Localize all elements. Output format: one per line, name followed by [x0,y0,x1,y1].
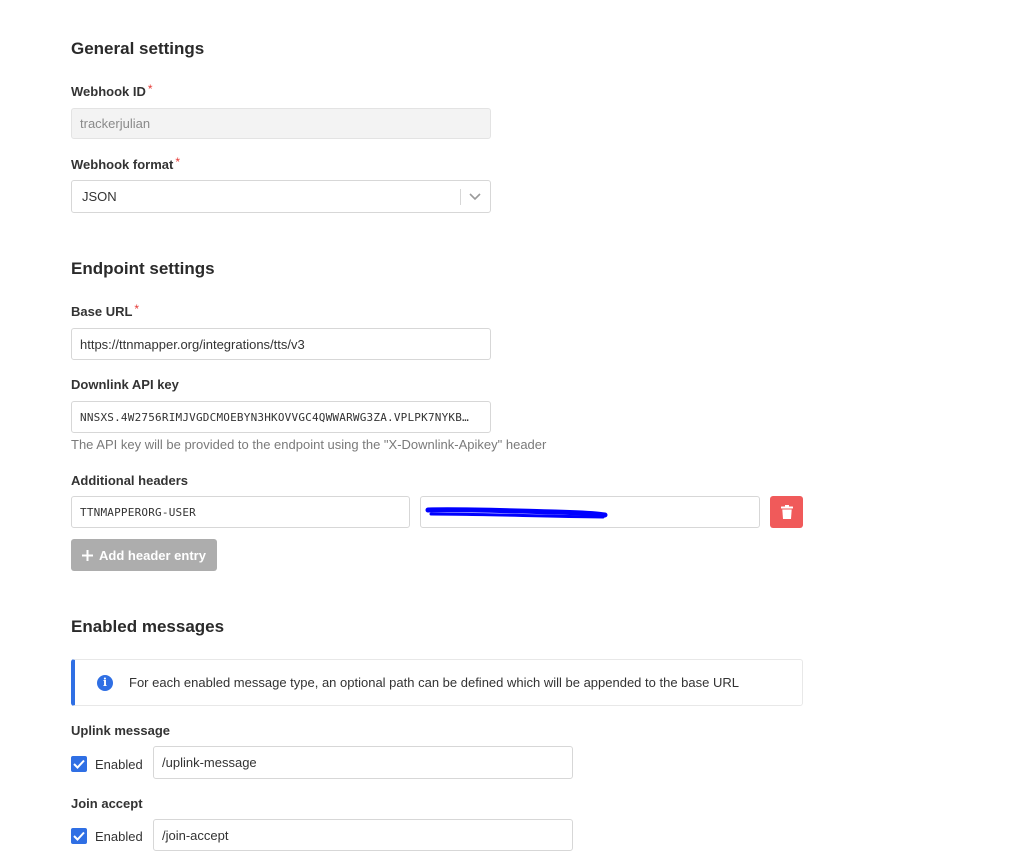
webhook-id-label: Webhook ID * [71,82,153,99]
base-url-label-text: Base URL [71,304,133,319]
select-separator [460,189,461,205]
webhook-id-label-text: Webhook ID [71,84,146,99]
general-settings-title: General settings [71,39,205,58]
base-url-label: Base URL * [71,302,140,319]
uplink-enabled-label[interactable]: Enabled [95,757,143,772]
base-url-input[interactable]: https://ttnmapper.org/integrations/tts/v… [71,328,491,360]
join-accept-enabled-checkbox[interactable] [71,828,87,844]
additional-headers-label: Additional headers [71,473,189,488]
header-key-input[interactable]: TTNMAPPERORG-USER [71,496,410,528]
join-accept-path-value: /join-accept [162,827,229,843]
header-key-value: TTNMAPPERORG-USER [80,505,196,519]
join-accept-label: Join accept [71,796,143,811]
info-notice-text: For each enabled message type, an option… [129,675,739,690]
info-icon: i [97,674,113,691]
uplink-path-input[interactable]: /uplink-message [153,746,573,779]
webhook-id-value: trackerjulian [80,116,151,131]
downlink-api-key-hint: The API key will be provided to the endp… [71,437,547,452]
webhook-format-select[interactable]: JSON [71,180,491,213]
uplink-message-label: Uplink message [71,723,170,738]
webhook-format-value: JSON [82,189,117,204]
plus-icon [82,549,94,561]
webhook-format-label-text: Webhook format [71,157,174,172]
base-url-value: https://ttnmapper.org/integrations/tts/v… [80,336,305,352]
required-marker: * [175,155,180,169]
downlink-api-key-input[interactable]: NNSXS.4W2756RIMJVGDCMOEBYN3HKOVVGC4QWWAR… [71,401,491,433]
info-notice: i For each enabled message type, an opti… [71,659,803,706]
add-header-entry-button[interactable]: Add header entry [71,539,217,571]
delete-header-button[interactable] [770,496,803,528]
enabled-messages-title: Enabled messages [71,617,225,636]
downlink-api-key-value: NNSXS.4W2756RIMJVGDCMOEBYN3HKOVVGC4QWWAR… [80,410,469,424]
webhook-format-label: Webhook format * [71,155,180,172]
redaction-scribble [425,507,608,519]
add-header-entry-label: Add header entry [99,547,206,563]
check-icon [73,759,85,769]
required-marker: * [134,302,140,316]
check-icon [73,831,85,841]
uplink-enabled-checkbox[interactable] [71,756,87,772]
join-accept-path-input[interactable]: /join-accept [153,819,573,851]
join-accept-enabled-label[interactable]: Enabled [95,829,143,844]
endpoint-settings-title: Endpoint settings [71,259,215,278]
uplink-path-value: /uplink-message [162,755,257,770]
trash-icon [780,505,793,519]
webhook-id-field[interactable]: trackerjulian [71,108,491,139]
required-marker: * [147,82,153,96]
downlink-api-key-label: Downlink API key [71,377,179,392]
chevron-down-icon[interactable] [468,189,482,203]
